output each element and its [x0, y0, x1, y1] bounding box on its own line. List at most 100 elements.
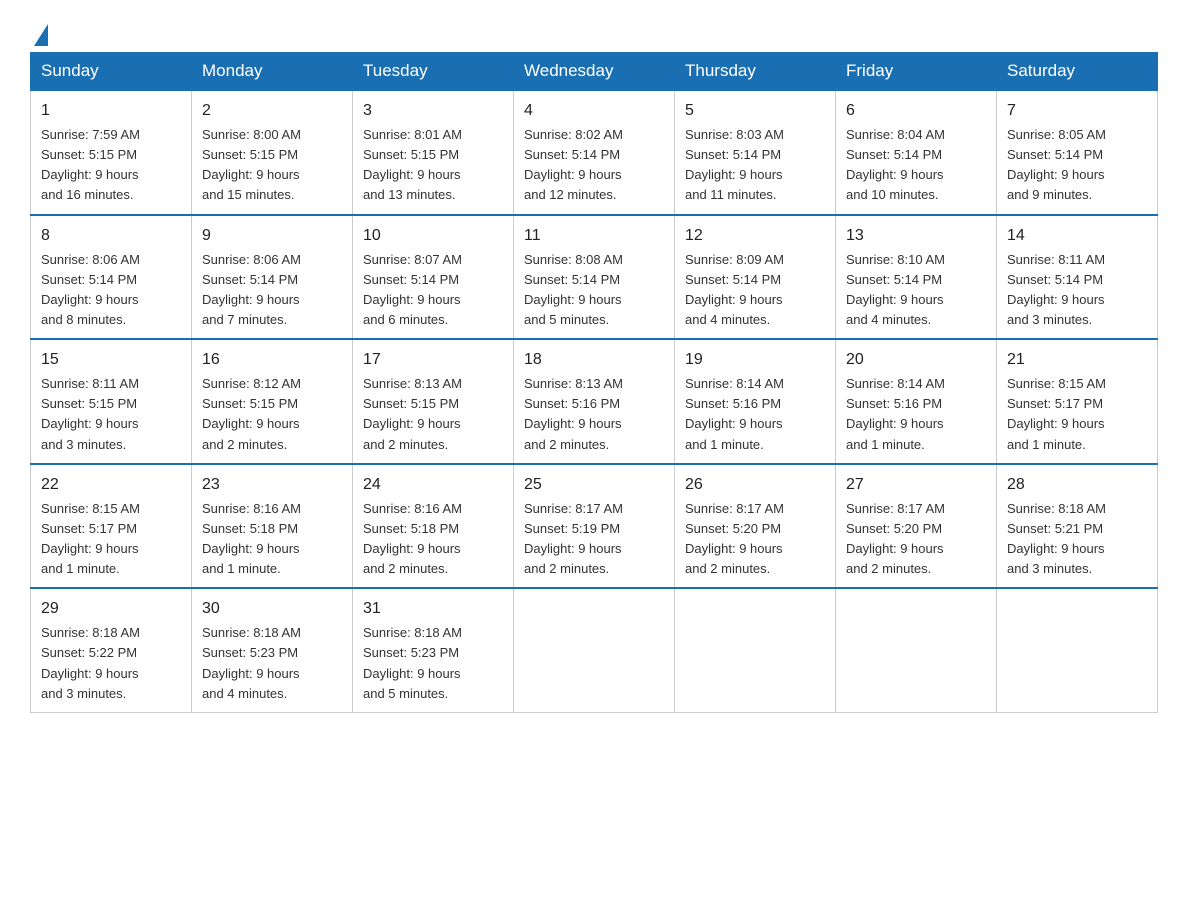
day-info: Sunrise: 8:12 AMSunset: 5:15 PMDaylight:… — [202, 376, 301, 451]
calendar-cell: 2 Sunrise: 8:00 AMSunset: 5:15 PMDayligh… — [192, 90, 353, 215]
day-info: Sunrise: 8:10 AMSunset: 5:14 PMDaylight:… — [846, 252, 945, 327]
calendar-cell: 12 Sunrise: 8:09 AMSunset: 5:14 PMDaylig… — [675, 215, 836, 340]
calendar-cell: 4 Sunrise: 8:02 AMSunset: 5:14 PMDayligh… — [514, 90, 675, 215]
day-number: 6 — [846, 99, 986, 123]
calendar-header-row: SundayMondayTuesdayWednesdayThursdayFrid… — [31, 53, 1158, 91]
calendar-cell: 6 Sunrise: 8:04 AMSunset: 5:14 PMDayligh… — [836, 90, 997, 215]
day-info: Sunrise: 8:18 AMSunset: 5:23 PMDaylight:… — [202, 625, 301, 700]
calendar-cell: 27 Sunrise: 8:17 AMSunset: 5:20 PMDaylig… — [836, 464, 997, 589]
day-number: 27 — [846, 473, 986, 497]
calendar-week-row: 22 Sunrise: 8:15 AMSunset: 5:17 PMDaylig… — [31, 464, 1158, 589]
day-info: Sunrise: 8:05 AMSunset: 5:14 PMDaylight:… — [1007, 127, 1106, 202]
column-header-thursday: Thursday — [675, 53, 836, 91]
calendar-cell: 20 Sunrise: 8:14 AMSunset: 5:16 PMDaylig… — [836, 339, 997, 464]
calendar-cell: 24 Sunrise: 8:16 AMSunset: 5:18 PMDaylig… — [353, 464, 514, 589]
day-info: Sunrise: 8:15 AMSunset: 5:17 PMDaylight:… — [41, 501, 140, 576]
calendar-cell: 21 Sunrise: 8:15 AMSunset: 5:17 PMDaylig… — [997, 339, 1158, 464]
calendar-cell: 28 Sunrise: 8:18 AMSunset: 5:21 PMDaylig… — [997, 464, 1158, 589]
calendar-week-row: 8 Sunrise: 8:06 AMSunset: 5:14 PMDayligh… — [31, 215, 1158, 340]
column-header-sunday: Sunday — [31, 53, 192, 91]
day-info: Sunrise: 8:17 AMSunset: 5:19 PMDaylight:… — [524, 501, 623, 576]
day-info: Sunrise: 8:18 AMSunset: 5:21 PMDaylight:… — [1007, 501, 1106, 576]
calendar-week-row: 29 Sunrise: 8:18 AMSunset: 5:22 PMDaylig… — [31, 588, 1158, 712]
day-number: 9 — [202, 224, 342, 248]
column-header-tuesday: Tuesday — [353, 53, 514, 91]
day-number: 23 — [202, 473, 342, 497]
calendar-cell: 7 Sunrise: 8:05 AMSunset: 5:14 PMDayligh… — [997, 90, 1158, 215]
calendar-cell: 11 Sunrise: 8:08 AMSunset: 5:14 PMDaylig… — [514, 215, 675, 340]
column-header-monday: Monday — [192, 53, 353, 91]
day-info: Sunrise: 8:08 AMSunset: 5:14 PMDaylight:… — [524, 252, 623, 327]
logo-triangle-icon — [34, 24, 48, 46]
day-info: Sunrise: 8:14 AMSunset: 5:16 PMDaylight:… — [685, 376, 784, 451]
calendar-cell: 15 Sunrise: 8:11 AMSunset: 5:15 PMDaylig… — [31, 339, 192, 464]
calendar-cell: 19 Sunrise: 8:14 AMSunset: 5:16 PMDaylig… — [675, 339, 836, 464]
calendar-cell: 23 Sunrise: 8:16 AMSunset: 5:18 PMDaylig… — [192, 464, 353, 589]
day-number: 2 — [202, 99, 342, 123]
calendar-cell: 29 Sunrise: 8:18 AMSunset: 5:22 PMDaylig… — [31, 588, 192, 712]
calendar-cell: 22 Sunrise: 8:15 AMSunset: 5:17 PMDaylig… — [31, 464, 192, 589]
calendar-cell: 8 Sunrise: 8:06 AMSunset: 5:14 PMDayligh… — [31, 215, 192, 340]
day-number: 15 — [41, 348, 181, 372]
day-info: Sunrise: 8:11 AMSunset: 5:14 PMDaylight:… — [1007, 252, 1105, 327]
day-info: Sunrise: 8:07 AMSunset: 5:14 PMDaylight:… — [363, 252, 462, 327]
day-number: 5 — [685, 99, 825, 123]
day-number: 7 — [1007, 99, 1147, 123]
day-number: 28 — [1007, 473, 1147, 497]
day-info: Sunrise: 8:18 AMSunset: 5:22 PMDaylight:… — [41, 625, 140, 700]
page-header — [30, 20, 1158, 42]
day-info: Sunrise: 8:13 AMSunset: 5:15 PMDaylight:… — [363, 376, 462, 451]
calendar-cell — [997, 588, 1158, 712]
calendar-cell: 17 Sunrise: 8:13 AMSunset: 5:15 PMDaylig… — [353, 339, 514, 464]
day-number: 8 — [41, 224, 181, 248]
calendar-cell: 25 Sunrise: 8:17 AMSunset: 5:19 PMDaylig… — [514, 464, 675, 589]
day-number: 16 — [202, 348, 342, 372]
day-number: 31 — [363, 597, 503, 621]
column-header-saturday: Saturday — [997, 53, 1158, 91]
day-number: 25 — [524, 473, 664, 497]
day-info: Sunrise: 8:18 AMSunset: 5:23 PMDaylight:… — [363, 625, 462, 700]
column-header-friday: Friday — [836, 53, 997, 91]
day-info: Sunrise: 8:02 AMSunset: 5:14 PMDaylight:… — [524, 127, 623, 202]
day-number: 14 — [1007, 224, 1147, 248]
day-info: Sunrise: 8:17 AMSunset: 5:20 PMDaylight:… — [846, 501, 945, 576]
calendar-cell: 10 Sunrise: 8:07 AMSunset: 5:14 PMDaylig… — [353, 215, 514, 340]
calendar-week-row: 1 Sunrise: 7:59 AMSunset: 5:15 PMDayligh… — [31, 90, 1158, 215]
day-number: 4 — [524, 99, 664, 123]
day-number: 22 — [41, 473, 181, 497]
day-info: Sunrise: 8:11 AMSunset: 5:15 PMDaylight:… — [41, 376, 139, 451]
calendar-cell: 1 Sunrise: 7:59 AMSunset: 5:15 PMDayligh… — [31, 90, 192, 215]
day-number: 29 — [41, 597, 181, 621]
day-info: Sunrise: 8:13 AMSunset: 5:16 PMDaylight:… — [524, 376, 623, 451]
calendar-cell — [836, 588, 997, 712]
day-number: 18 — [524, 348, 664, 372]
day-number: 24 — [363, 473, 503, 497]
logo — [30, 20, 48, 42]
day-info: Sunrise: 8:15 AMSunset: 5:17 PMDaylight:… — [1007, 376, 1106, 451]
day-number: 26 — [685, 473, 825, 497]
calendar-cell — [675, 588, 836, 712]
day-number: 17 — [363, 348, 503, 372]
day-number: 1 — [41, 99, 181, 123]
day-number: 11 — [524, 224, 664, 248]
calendar-cell: 16 Sunrise: 8:12 AMSunset: 5:15 PMDaylig… — [192, 339, 353, 464]
calendar-cell — [514, 588, 675, 712]
day-number: 13 — [846, 224, 986, 248]
day-info: Sunrise: 8:03 AMSunset: 5:14 PMDaylight:… — [685, 127, 784, 202]
calendar-cell: 14 Sunrise: 8:11 AMSunset: 5:14 PMDaylig… — [997, 215, 1158, 340]
day-info: Sunrise: 8:16 AMSunset: 5:18 PMDaylight:… — [202, 501, 301, 576]
calendar-cell: 30 Sunrise: 8:18 AMSunset: 5:23 PMDaylig… — [192, 588, 353, 712]
day-info: Sunrise: 8:06 AMSunset: 5:14 PMDaylight:… — [202, 252, 301, 327]
calendar-cell: 3 Sunrise: 8:01 AMSunset: 5:15 PMDayligh… — [353, 90, 514, 215]
day-info: Sunrise: 8:09 AMSunset: 5:14 PMDaylight:… — [685, 252, 784, 327]
day-info: Sunrise: 8:14 AMSunset: 5:16 PMDaylight:… — [846, 376, 945, 451]
day-number: 19 — [685, 348, 825, 372]
calendar-table: SundayMondayTuesdayWednesdayThursdayFrid… — [30, 52, 1158, 713]
calendar-week-row: 15 Sunrise: 8:11 AMSunset: 5:15 PMDaylig… — [31, 339, 1158, 464]
day-info: Sunrise: 7:59 AMSunset: 5:15 PMDaylight:… — [41, 127, 140, 202]
day-info: Sunrise: 8:06 AMSunset: 5:14 PMDaylight:… — [41, 252, 140, 327]
calendar-cell: 26 Sunrise: 8:17 AMSunset: 5:20 PMDaylig… — [675, 464, 836, 589]
calendar-cell: 9 Sunrise: 8:06 AMSunset: 5:14 PMDayligh… — [192, 215, 353, 340]
day-number: 10 — [363, 224, 503, 248]
calendar-cell: 18 Sunrise: 8:13 AMSunset: 5:16 PMDaylig… — [514, 339, 675, 464]
